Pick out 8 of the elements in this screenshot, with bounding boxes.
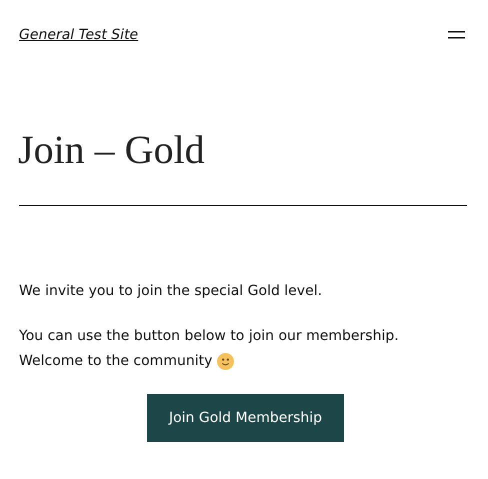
smiley-icon bbox=[217, 353, 234, 370]
page-title: Join – Gold bbox=[18, 126, 206, 174]
paragraph-text: We invite you to join the special Gold level. bbox=[19, 282, 322, 301]
join-membership-button[interactable]: Join Gold Membership bbox=[146, 394, 344, 442]
menu-icon[interactable] bbox=[448, 30, 465, 40]
paragraph-text: You can use the button below to join our membership. bbox=[19, 327, 399, 346]
paragraph-text: Welcome to the community bbox=[19, 352, 212, 371]
site-title-link[interactable]: General Test Site bbox=[19, 27, 138, 43]
